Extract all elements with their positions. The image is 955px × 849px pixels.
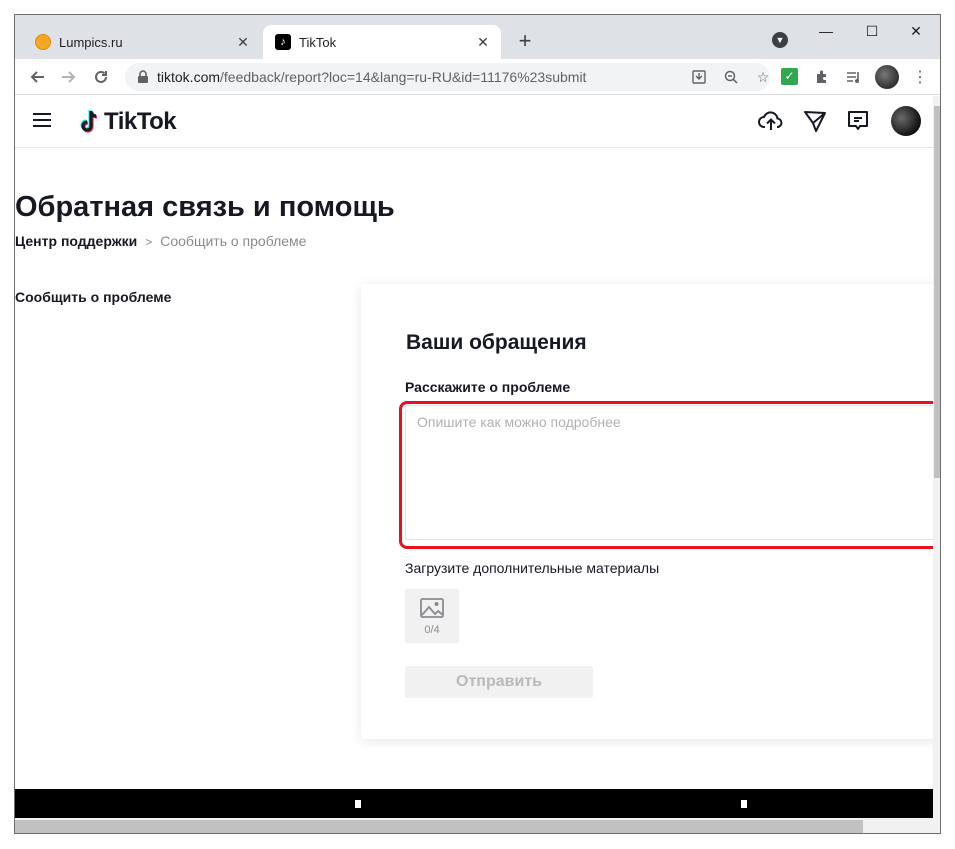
- breadcrumb-current: Сообщить о проблеме: [160, 233, 307, 249]
- tab-close-icon[interactable]: ✕: [233, 32, 253, 52]
- maximize-button[interactable]: ☐: [857, 21, 887, 41]
- tab-title: TikTok: [299, 34, 337, 50]
- media-queue-icon[interactable]: [842, 65, 866, 89]
- browser-window: Lumpics.ru ✕ ♪ TikTok ✕ + ▼ — ☐ ✕ tiktok…: [14, 14, 941, 834]
- extensions-puzzle-icon[interactable]: [810, 65, 834, 89]
- install-app-icon[interactable]: [690, 68, 708, 86]
- url-host: tiktok.com: [157, 69, 221, 85]
- tiktok-note-icon: [80, 110, 98, 133]
- reload-icon[interactable]: [89, 65, 113, 89]
- image-icon: [420, 598, 444, 618]
- url-path: /feedback/report?loc=14&lang=ru-RU&id=11…: [220, 69, 587, 85]
- tiktok-wordmark: TikTok: [104, 108, 177, 135]
- sidebar-item-report-problem[interactable]: Сообщить о проблеме: [15, 289, 171, 305]
- profile-avatar-small[interactable]: [875, 65, 899, 89]
- lock-icon: [138, 70, 148, 83]
- form-heading: Ваши обращения: [406, 331, 587, 354]
- upload-label: Загрузите дополнительные материалы: [405, 560, 660, 576]
- back-arrow-icon[interactable]: [25, 65, 49, 89]
- send-message-icon[interactable]: [802, 108, 828, 134]
- tab-lumpics[interactable]: Lumpics.ru ✕: [23, 25, 261, 59]
- zoom-icon[interactable]: [722, 68, 740, 86]
- page-title: Обратная связь и помощь: [15, 191, 395, 223]
- breadcrumb-separator: >: [145, 235, 153, 249]
- vertical-scrollbar[interactable]: [933, 96, 940, 833]
- address-bar[interactable]: tiktok.com/feedback/report?loc=14&lang=r…: [125, 63, 770, 91]
- submit-button[interactable]: Отправить: [405, 666, 593, 698]
- tab-tiktok[interactable]: ♪ TikTok ✕: [263, 25, 501, 59]
- footer-text-fragment: [741, 800, 747, 808]
- vertical-scroll-thumb[interactable]: [934, 106, 940, 478]
- url-text: tiktok.com/feedback/report?loc=14&lang=r…: [157, 69, 586, 85]
- user-avatar[interactable]: [891, 106, 921, 136]
- footer-text-fragment: [355, 800, 361, 808]
- new-tab-button[interactable]: +: [513, 30, 537, 54]
- tab-search-icon[interactable]: ▼: [772, 32, 788, 48]
- upload-image-button[interactable]: 0/4: [405, 589, 459, 643]
- bookmark-star-icon[interactable]: ☆: [754, 68, 772, 86]
- tiktok-logo[interactable]: TikTok: [78, 108, 177, 136]
- extension-check-icon[interactable]: ✓: [781, 68, 798, 85]
- tiktok-header: TikTok: [15, 96, 933, 148]
- upload-cloud-icon[interactable]: [758, 108, 784, 134]
- hamburger-menu-icon[interactable]: [33, 113, 51, 127]
- browser-menu-icon[interactable]: ⋮: [908, 65, 932, 89]
- upload-count: 0/4: [424, 624, 440, 636]
- browser-toolbar: tiktok.com/feedback/report?loc=14&lang=r…: [15, 59, 940, 95]
- close-window-button[interactable]: ✕: [901, 21, 931, 41]
- feedback-card: Ваши обращения Расскажите о проблеме Заг…: [361, 284, 933, 739]
- inbox-icon[interactable]: [845, 108, 871, 134]
- problem-description-input[interactable]: [405, 405, 933, 540]
- horizontal-scrollbar[interactable]: [15, 818, 933, 833]
- minimize-button[interactable]: —: [811, 21, 841, 41]
- forward-arrow-icon[interactable]: [57, 65, 81, 89]
- problem-field-label: Расскажите о проблеме: [405, 379, 571, 395]
- tiktok-favicon-icon: ♪: [275, 34, 291, 50]
- tab-strip: Lumpics.ru ✕ ♪ TikTok ✕ + ▼ — ☐ ✕: [15, 15, 940, 59]
- lumpics-favicon-icon: [35, 34, 51, 50]
- horizontal-scroll-thumb[interactable]: [15, 820, 863, 833]
- breadcrumb-support-center[interactable]: Центр поддержки: [15, 233, 137, 249]
- tab-close-icon[interactable]: ✕: [473, 32, 493, 52]
- breadcrumb: Центр поддержки > Сообщить о проблеме: [15, 233, 306, 249]
- tab-title: Lumpics.ru: [59, 34, 123, 50]
- page-content: TikTok Обратная связь и помощь Центр под…: [15, 96, 933, 833]
